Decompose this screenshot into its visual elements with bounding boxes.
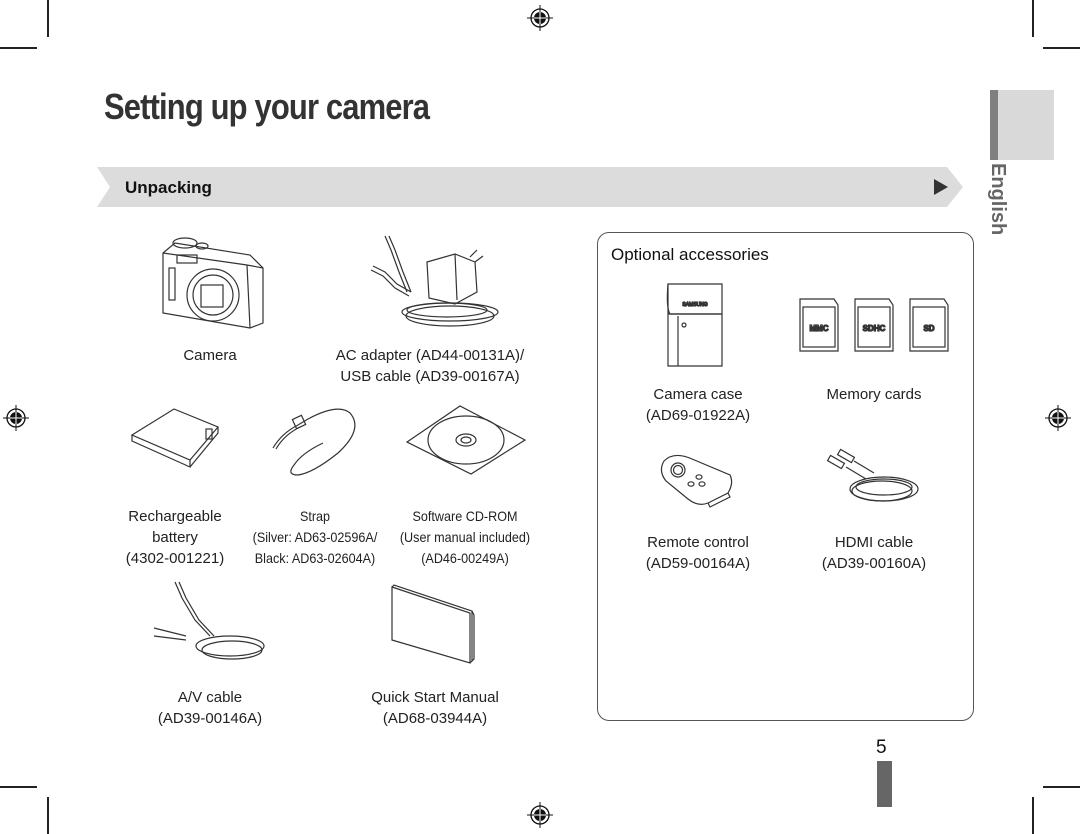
- item-caption-battery: Rechargeable battery (4302-001221): [105, 506, 245, 569]
- item-name: Strap: [299, 508, 331, 524]
- crop-mark: [1043, 786, 1080, 788]
- item-name: A/V cable: [177, 689, 243, 706]
- page-title: Setting up your camera: [104, 86, 430, 127]
- section-header-bar: [97, 167, 963, 207]
- item-code: (AD59-00164A): [645, 555, 751, 572]
- registration-mark-icon: [1045, 405, 1071, 431]
- item-caption-cd-rom: Software CD-ROM (User manual included) (…: [398, 506, 533, 569]
- item-code: USB cable (AD39-00167A): [340, 368, 520, 385]
- item-code: (AD69-01922A): [645, 407, 751, 424]
- item-caption-hdmi-cable: HDMI cable (AD39-00160A): [804, 532, 944, 574]
- battery-icon: [130, 408, 219, 468]
- av-cable-icon: [153, 581, 265, 660]
- item-name: Software CD-ROM: [412, 508, 518, 524]
- language-tab: [990, 90, 1054, 160]
- camera-icon: [162, 237, 264, 329]
- strap-icon: [272, 408, 356, 476]
- crop-mark: [1032, 797, 1034, 834]
- page-marker-bar: [877, 761, 892, 807]
- item-caption-av-cable: A/V cable (AD39-00146A): [140, 687, 280, 729]
- item-code: Black: AD63-02604A): [254, 550, 376, 566]
- crop-mark: [47, 0, 49, 37]
- memory-card-icon: MMC SDHC SD: [799, 298, 949, 352]
- crop-mark: [47, 797, 49, 834]
- hdmi-cable-icon: [826, 448, 919, 502]
- remote-control-icon: [660, 454, 733, 508]
- item-caption-camera-case: Camera case (AD69-01922A): [628, 384, 768, 426]
- card-label: SD: [923, 324, 934, 333]
- cd-rom-icon: [405, 405, 527, 475]
- section-title: Unpacking: [125, 178, 212, 197]
- item-caption-ac-adapter: AC adapter (AD44-00131A)/ USB cable (AD3…: [320, 345, 540, 387]
- item-code: (AD39-00160A): [821, 555, 927, 572]
- item-name: Camera: [183, 347, 237, 364]
- item-name: Quick Start Manual: [371, 689, 499, 706]
- item-caption-manual: Quick Start Manual (AD68-03944A): [355, 687, 515, 729]
- crop-mark: [0, 786, 37, 788]
- item-name: Memory cards: [826, 386, 922, 403]
- item-code: (Silver: AD63-02596A/: [252, 529, 378, 545]
- item-code: (AD39-00146A): [157, 710, 263, 727]
- item-caption-strap: Strap (Silver: AD63-02596A/ Black: AD63-…: [248, 506, 383, 569]
- item-caption-camera: Camera: [150, 345, 270, 366]
- manual-icon: [391, 584, 475, 664]
- language-label: English: [987, 163, 1009, 236]
- item-name: Rechargeable: [128, 508, 222, 525]
- registration-mark-icon: [527, 5, 553, 31]
- crop-mark: [0, 47, 37, 49]
- item-code: (AD68-03944A): [382, 710, 488, 727]
- optional-accessories-title: Optional accessories: [611, 245, 769, 264]
- registration-mark-icon: [527, 802, 553, 828]
- item-caption-remote-control: Remote control (AD59-00164A): [628, 532, 768, 574]
- item-name-cont: battery: [152, 529, 198, 546]
- item-code: (AD46-00249A): [421, 550, 509, 566]
- card-label: SDHC: [863, 324, 886, 333]
- crop-mark: [1043, 47, 1080, 49]
- language-tab-accent: [990, 90, 998, 160]
- item-name: HDMI cable: [834, 534, 914, 551]
- page-number: 5: [876, 737, 887, 758]
- item-name: AC adapter (AD44-00131A)/: [335, 347, 525, 364]
- crop-mark: [1032, 0, 1034, 37]
- camera-case-icon: SAMSUNG: [666, 283, 723, 367]
- item-name: Remote control: [647, 534, 749, 551]
- item-code: (4302-001221): [125, 550, 225, 567]
- card-label: MMC: [809, 324, 828, 333]
- item-note: (User manual included): [399, 529, 531, 545]
- ac-adapter-icon: [370, 235, 499, 327]
- registration-mark-icon: [3, 405, 29, 431]
- item-caption-memory-cards: Memory cards: [804, 384, 944, 405]
- item-name: Camera case: [653, 386, 743, 403]
- case-brand: SAMSUNG: [682, 302, 707, 308]
